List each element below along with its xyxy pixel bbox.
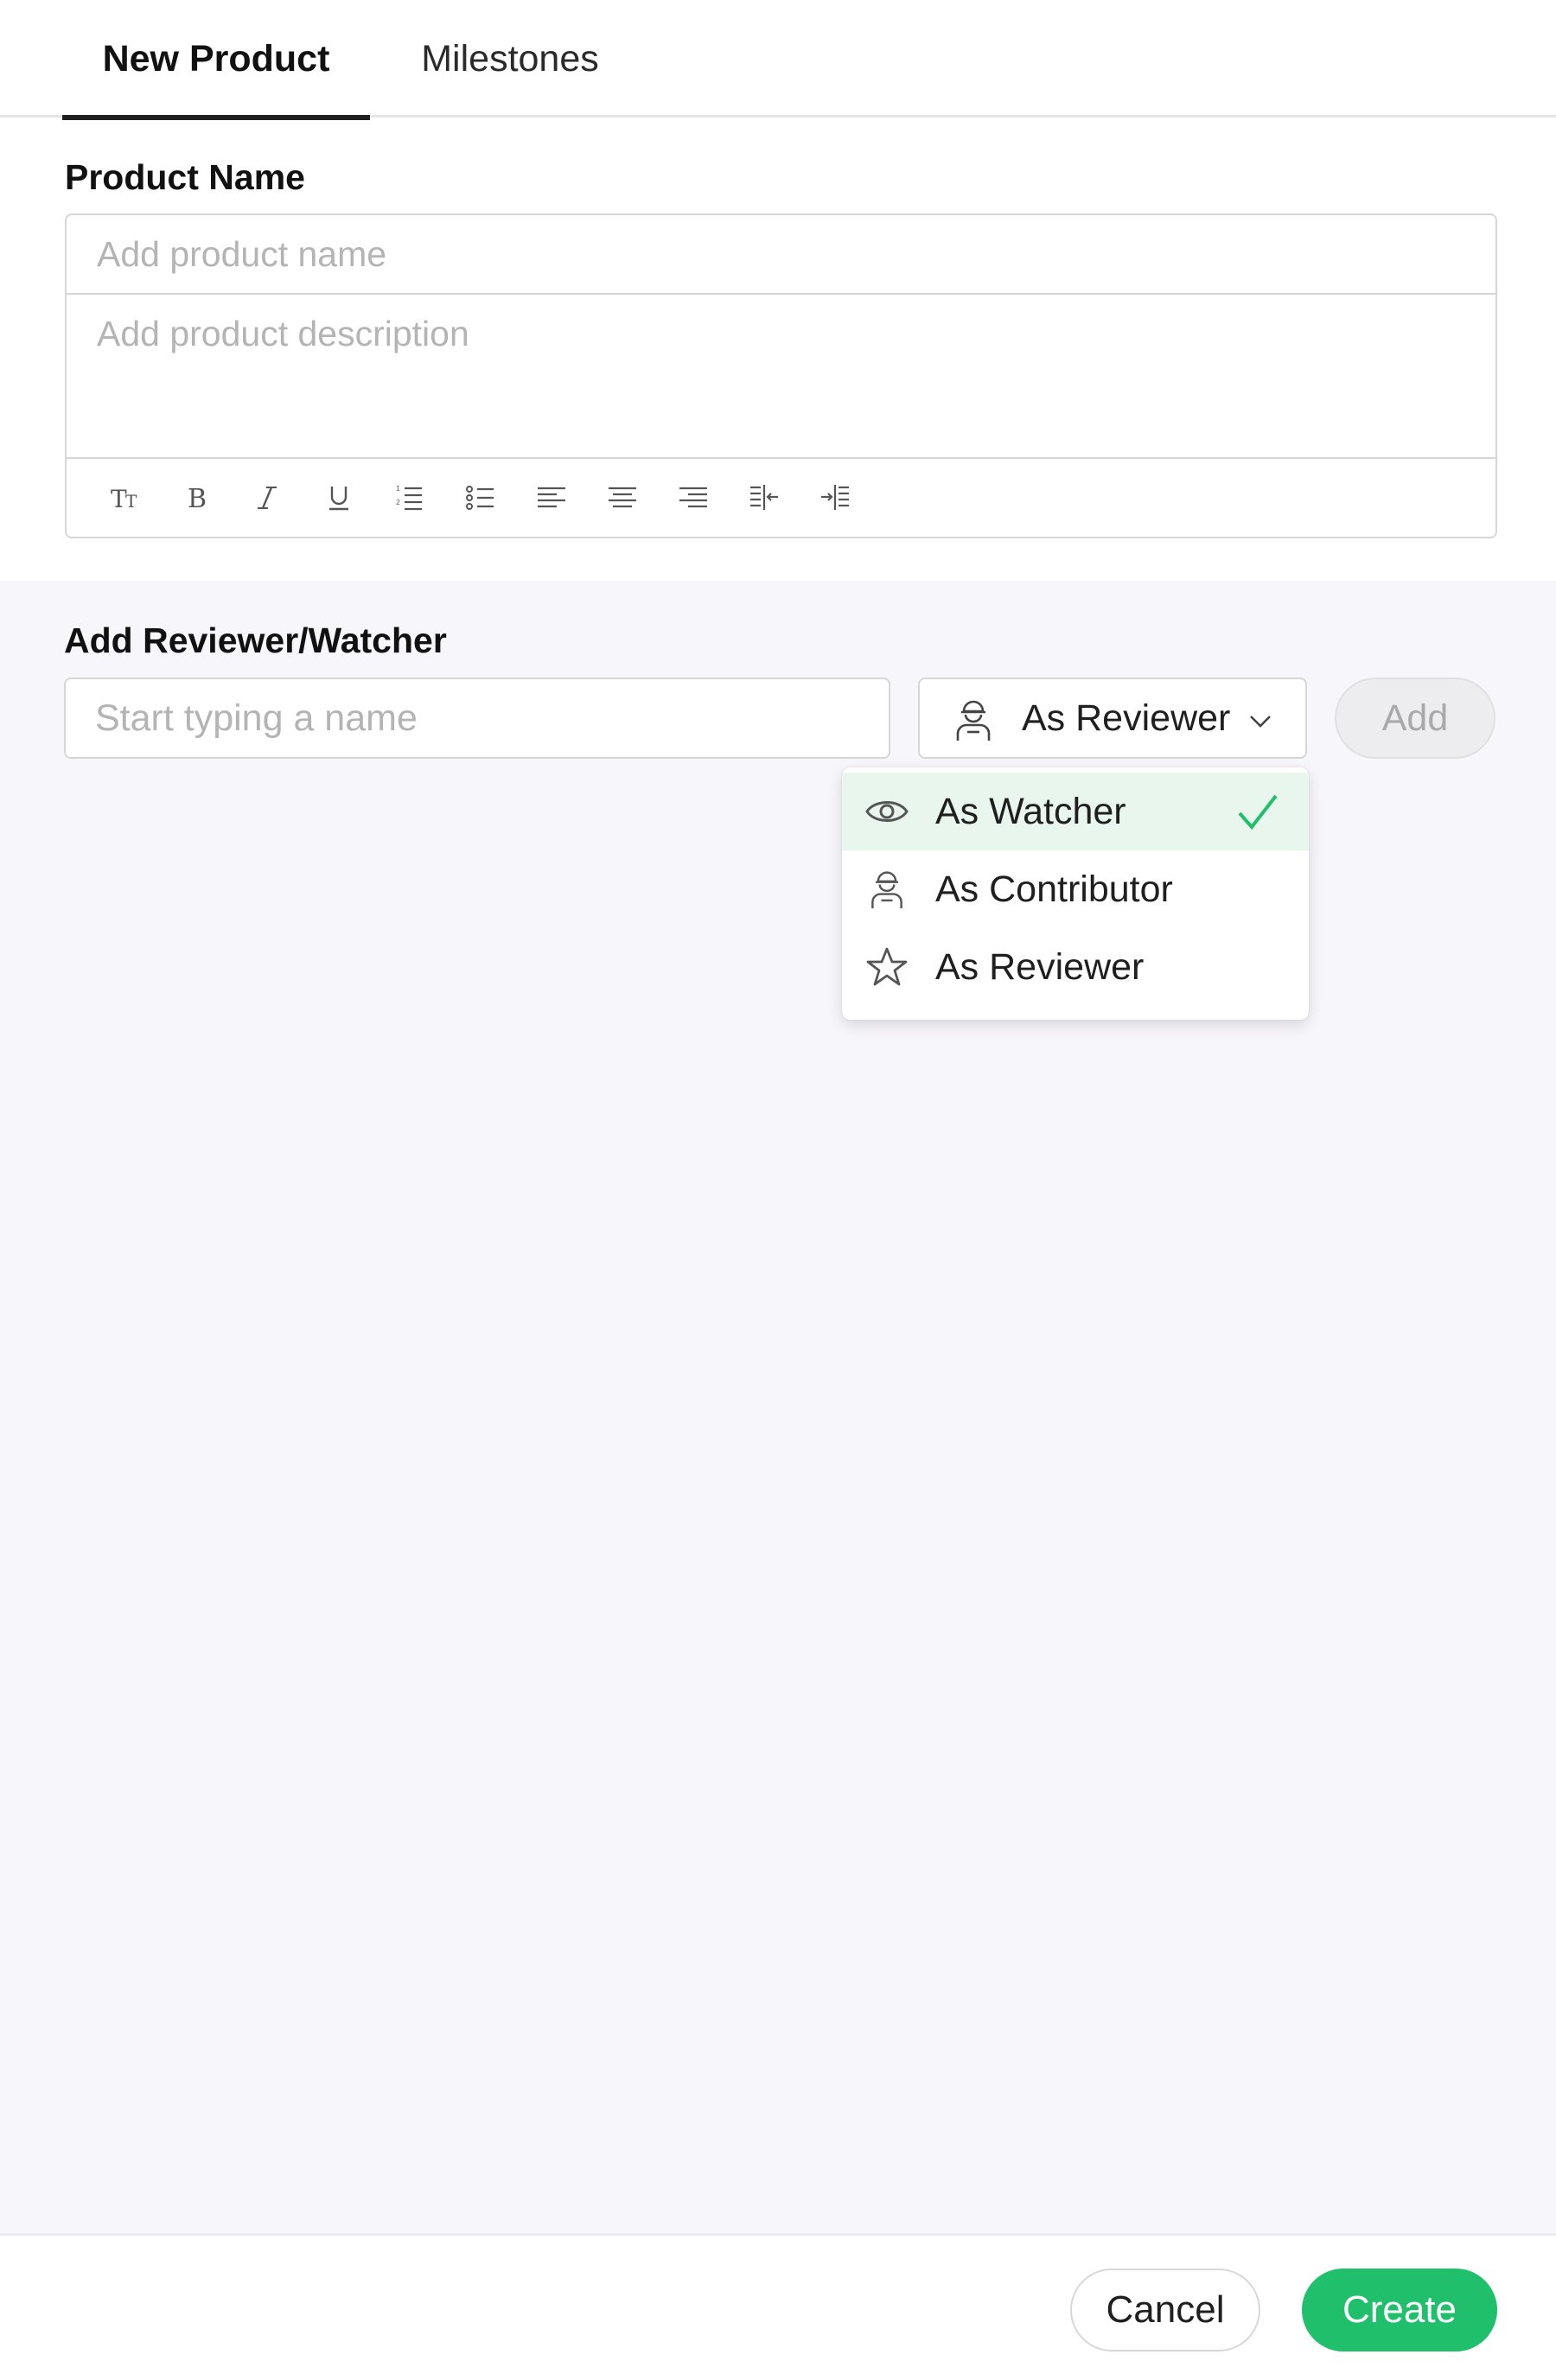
option-label: As Reviewer [935, 945, 1145, 988]
person-icon [863, 867, 911, 912]
svg-text:2: 2 [396, 499, 400, 506]
tab-bar: New Product Milestones [0, 0, 1556, 120]
product-editor: TT B 12 [65, 213, 1497, 538]
role-dropdown-menu: As Watcher As Contributor As Reviewer [842, 767, 1309, 1020]
reviewer-section-label: Add Reviewer/Watcher [64, 620, 447, 660]
footer-bar: Cancel Create [0, 2233, 1556, 2380]
role-select-value: As Reviewer [1022, 697, 1231, 739]
svg-text:1: 1 [396, 485, 400, 493]
align-right-icon[interactable] [668, 473, 718, 523]
eye-icon [863, 789, 911, 834]
align-left-icon[interactable] [526, 473, 577, 523]
bold-icon[interactable]: B [172, 473, 222, 523]
underline-icon[interactable] [314, 473, 364, 523]
reviewer-name-input[interactable] [64, 678, 890, 759]
star-icon [863, 945, 911, 990]
person-icon [956, 700, 991, 741]
option-label: As Contributor [935, 868, 1173, 910]
option-as-contributor[interactable]: As Contributor [842, 850, 1309, 928]
outdent-icon[interactable] [739, 473, 789, 523]
product-name-input[interactable] [67, 215, 1495, 295]
tab-new-product[interactable]: New Product [62, 0, 370, 120]
product-description-input[interactable] [67, 295, 1495, 459]
create-button[interactable]: Create [1302, 2269, 1497, 2351]
role-select[interactable]: As Reviewer [918, 678, 1307, 759]
option-as-watcher[interactable]: As Watcher [842, 773, 1309, 850]
check-icon [1238, 794, 1278, 830]
indent-icon[interactable] [810, 473, 860, 523]
italic-icon[interactable] [243, 473, 293, 523]
formatting-toolbar: TT B 12 [67, 459, 1495, 537]
align-center-icon[interactable] [597, 473, 647, 523]
product-name-label: Product Name [65, 157, 305, 197]
option-label: As Watcher [935, 790, 1126, 832]
cancel-button[interactable]: Cancel [1070, 2269, 1260, 2351]
option-as-reviewer[interactable]: As Reviewer [842, 928, 1309, 1006]
add-button[interactable]: Add [1335, 678, 1495, 759]
svg-text:T: T [125, 491, 137, 512]
reviewer-panel [0, 581, 1556, 2233]
tab-milestones[interactable]: Milestones [387, 0, 633, 118]
ordered-list-icon[interactable]: 12 [385, 473, 435, 523]
svg-text:B: B [188, 484, 207, 514]
bullet-list-icon[interactable] [456, 473, 506, 523]
chevron-down-icon [1250, 716, 1271, 728]
text-size-icon[interactable]: TT [101, 473, 151, 523]
